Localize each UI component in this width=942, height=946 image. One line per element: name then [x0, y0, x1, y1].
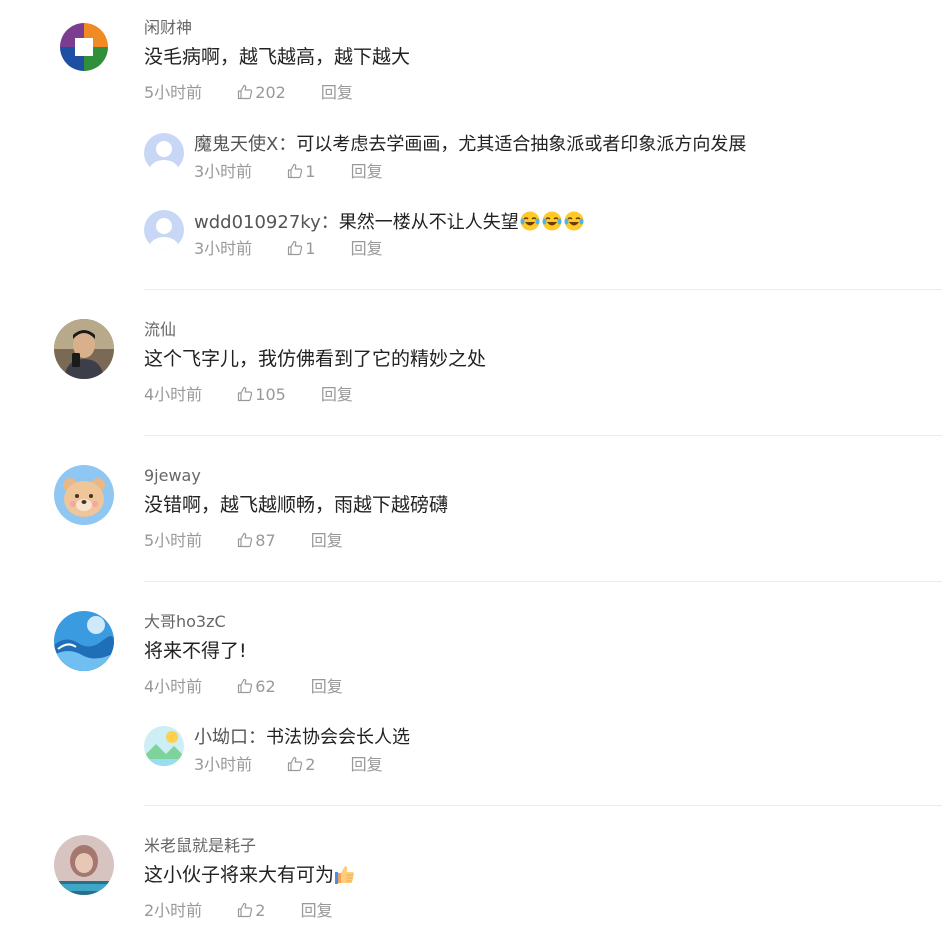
comment-meta: 4小时前 62 回复 — [144, 675, 343, 699]
reply-button[interactable]: 回复 — [321, 81, 353, 105]
divider — [144, 581, 942, 582]
reply-separator: ： — [248, 727, 266, 748]
avatar[interactable] — [54, 611, 114, 671]
like-button[interactable]: 62 — [237, 675, 276, 699]
like-button[interactable]: 2 — [287, 754, 315, 776]
comment-username[interactable]: 米老鼠就是耗子 — [144, 835, 256, 857]
thumbs-up-icon — [238, 532, 253, 548]
like-button[interactable]: 1 — [287, 238, 315, 260]
laughing-tears-emoji — [564, 211, 584, 231]
bear-avatar-icon — [54, 465, 114, 525]
reply-avatar[interactable] — [144, 133, 184, 173]
reply-username[interactable]: 魔鬼天使X — [194, 134, 278, 155]
like-button[interactable]: 87 — [237, 529, 276, 553]
like-button[interactable]: 1 — [287, 161, 315, 183]
reply-button[interactable]: 回复 — [351, 161, 383, 183]
reply-username[interactable]: 小坳口 — [194, 727, 248, 748]
avatar[interactable] — [54, 835, 114, 895]
comment-text: 这个飞字儿，我仿佛看到了它的精妙之处 — [144, 348, 487, 370]
divider — [144, 289, 942, 290]
thumbs-up-emoji — [335, 866, 354, 884]
reply-button[interactable]: 回复 — [351, 754, 383, 776]
reply-text: 可以考虑去学画画，尤其适合抽象派或者印象派方向发展 — [296, 134, 747, 155]
comment-meta: 5小时前 87 回复 — [144, 529, 343, 553]
reply-separator: ： — [278, 134, 297, 155]
ocean-wave-avatar-icon — [54, 611, 114, 671]
laughing-tears-emoji — [520, 211, 540, 231]
comment-username[interactable]: 大哥ho3zC — [144, 611, 226, 633]
reply-item: 魔鬼天使X：可以考虑去学画画，尤其适合抽象派或者印象派方向发展 3小时前 1 回… — [144, 133, 942, 183]
reply-item: wdd010927ky：果然一楼从不让人失望 3小时前 1 回复 — [144, 210, 942, 260]
comment-text: 没错啊，越飞越顺畅，雨越下越磅礴 — [144, 494, 449, 516]
avatar[interactable] — [54, 17, 114, 77]
thumbs-up-icon — [288, 756, 303, 772]
comment-time: 5小时前 — [144, 83, 203, 102]
comment-text: 没毛病啊，越飞越高，越下越大 — [144, 46, 411, 68]
reply-button[interactable]: 回复 — [311, 529, 343, 553]
thumbs-up-icon — [238, 84, 253, 100]
divider — [144, 435, 942, 436]
reply-button[interactable]: 回复 — [351, 238, 383, 260]
person-photo-avatar-icon — [54, 319, 114, 379]
thumbs-up-icon — [288, 240, 303, 256]
comment-meta: 2小时前 2 回复 — [144, 899, 333, 923]
thumbs-up-icon — [288, 163, 303, 179]
comment-username[interactable]: 流仙 — [144, 319, 176, 341]
like-count: 87 — [255, 531, 276, 550]
comment-text: 这小伙子将来大有可为 — [144, 864, 335, 886]
comment-text-wrapper: 这小伙子将来大有可为 — [144, 861, 356, 889]
default-avatar-icon — [144, 210, 184, 250]
like-count: 2 — [305, 755, 316, 774]
reply-meta: 3小时前 1 回复 — [194, 238, 383, 260]
like-count: 2 — [255, 901, 266, 920]
reply-line: 小坳口：书法协会会长人选 — [194, 726, 410, 750]
comment-meta: 4小时前 105 回复 — [144, 383, 353, 407]
reply-item: 小坳口：书法协会会长人选 3小时前 2 回复 — [144, 726, 942, 776]
comment-username[interactable]: 9jeway — [144, 465, 201, 487]
reply-text: 果然一楼从不让人失望 — [338, 212, 519, 233]
like-button[interactable]: 202 — [237, 81, 286, 105]
reply-separator: ： — [320, 212, 339, 233]
comment-time: 5小时前 — [144, 531, 203, 550]
reply-avatar[interactable] — [144, 726, 184, 766]
reply-text: 书法协会会长人选 — [266, 727, 410, 748]
comment-meta: 5小时前 202 回复 — [144, 81, 353, 105]
reply-button[interactable]: 回复 — [311, 675, 343, 699]
comment-username[interactable]: 闲财神 — [144, 17, 192, 39]
like-button[interactable]: 2 — [237, 899, 265, 923]
laughing-tears-emoji-group — [519, 211, 585, 233]
reply-time: 3小时前 — [194, 162, 253, 181]
pinwheel-avatar-icon — [54, 17, 114, 77]
like-count: 105 — [255, 385, 286, 404]
reply-username[interactable]: wdd010927ky — [194, 212, 321, 233]
like-count: 62 — [255, 677, 276, 696]
like-count: 202 — [255, 83, 286, 102]
reply-line: 魔鬼天使X：可以考虑去学画画，尤其适合抽象派或者印象派方向发展 — [194, 133, 746, 157]
like-count: 1 — [305, 162, 316, 181]
photo-avatar-icon — [54, 835, 114, 895]
comment-time: 4小时前 — [144, 385, 203, 404]
thumbs-up-icon — [238, 678, 253, 694]
comment-time: 2小时前 — [144, 901, 203, 920]
thumbs-up-icon — [238, 386, 253, 402]
like-count: 1 — [305, 239, 316, 258]
comment-time: 4小时前 — [144, 677, 203, 696]
comment-text: 将来不得了! — [144, 640, 247, 662]
laughing-tears-emoji — [542, 211, 562, 231]
landscape-avatar-icon — [144, 726, 184, 766]
reply-line: wdd010927ky：果然一楼从不让人失望 — [194, 210, 585, 235]
reply-button[interactable]: 回复 — [321, 383, 353, 407]
thumbs-up-icon — [238, 902, 253, 918]
default-avatar-icon — [144, 133, 184, 173]
like-button[interactable]: 105 — [237, 383, 286, 407]
reply-time: 3小时前 — [194, 755, 253, 774]
avatar[interactable] — [54, 319, 114, 379]
reply-meta: 3小时前 1 回复 — [194, 161, 383, 183]
reply-meta: 3小时前 2 回复 — [194, 754, 383, 776]
reply-avatar[interactable] — [144, 210, 184, 250]
avatar[interactable] — [54, 465, 114, 525]
divider — [144, 805, 942, 806]
reply-button[interactable]: 回复 — [301, 899, 333, 923]
reply-time: 3小时前 — [194, 239, 253, 258]
